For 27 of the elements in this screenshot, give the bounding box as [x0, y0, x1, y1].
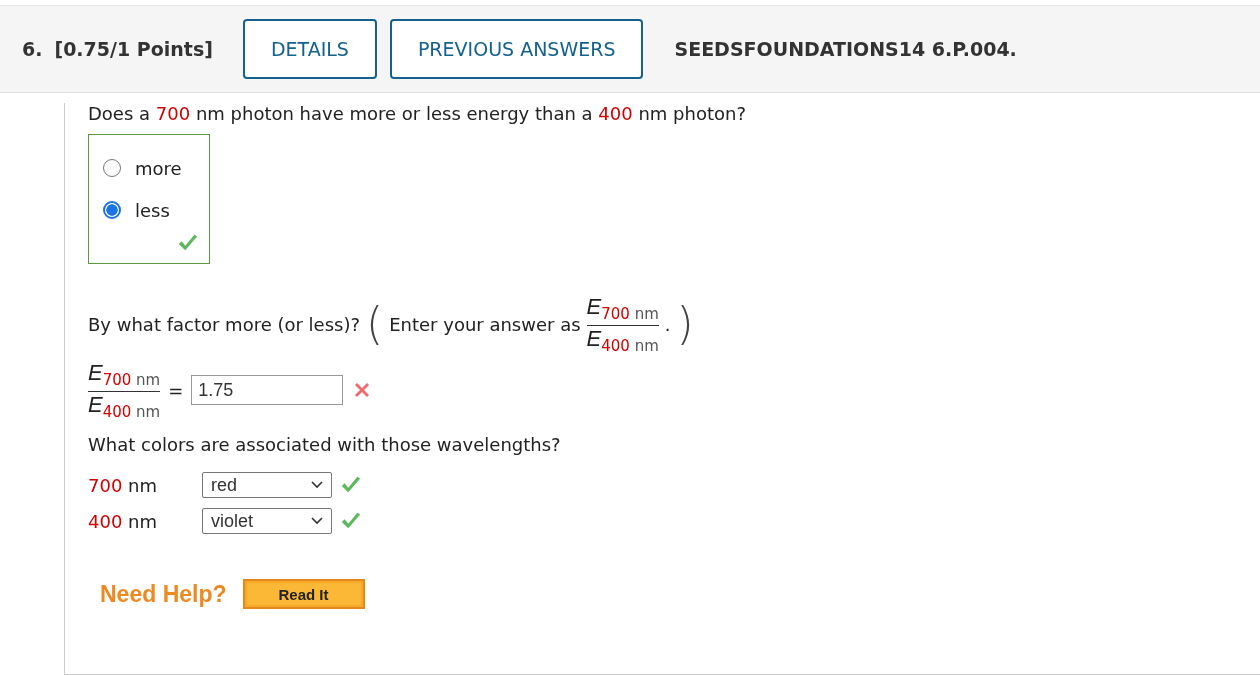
parenthesis: )	[676, 302, 694, 347]
hint-text: Enter your answer as	[389, 313, 581, 335]
need-help-label: Need Help?	[100, 580, 227, 608]
option-label: less	[135, 199, 170, 221]
read-it-button[interactable]: Read It	[242, 579, 365, 610]
period: .	[664, 313, 671, 335]
caret-icon	[311, 517, 323, 526]
dropdown[interactable]: red	[202, 472, 332, 499]
radio-button[interactable]	[103, 201, 121, 219]
radio-button[interactable]	[103, 159, 121, 177]
answer-field[interactable]: 1.75	[191, 375, 344, 406]
dropdown[interactable]: violet	[202, 508, 332, 535]
wavelength-label: 700 nm	[88, 474, 159, 496]
question-text: Does a 700 nm photon have more or less energy than a 400 nm photon?	[88, 103, 747, 124]
points-label: [0.75/1 Points]	[54, 38, 213, 60]
caret-icon	[311, 481, 323, 490]
question-text: By what factor more (or less)?	[88, 313, 361, 335]
check-icon	[177, 233, 199, 253]
question-number: 6.	[22, 38, 43, 60]
question-text: What colors are associated with those wavelengths?	[88, 434, 562, 456]
parenthesis: (	[366, 302, 384, 347]
problem-code: SEEDSFOUNDATIONS14 6.P.004.	[674, 38, 1017, 60]
header-button[interactable]: PREVIOUS ANSWERS	[389, 19, 644, 79]
option-label: more	[135, 157, 182, 179]
equals-sign: =	[168, 379, 184, 401]
wavelength-label: 400 nm	[88, 510, 159, 532]
header-button[interactable]: DETAILS	[242, 19, 377, 79]
